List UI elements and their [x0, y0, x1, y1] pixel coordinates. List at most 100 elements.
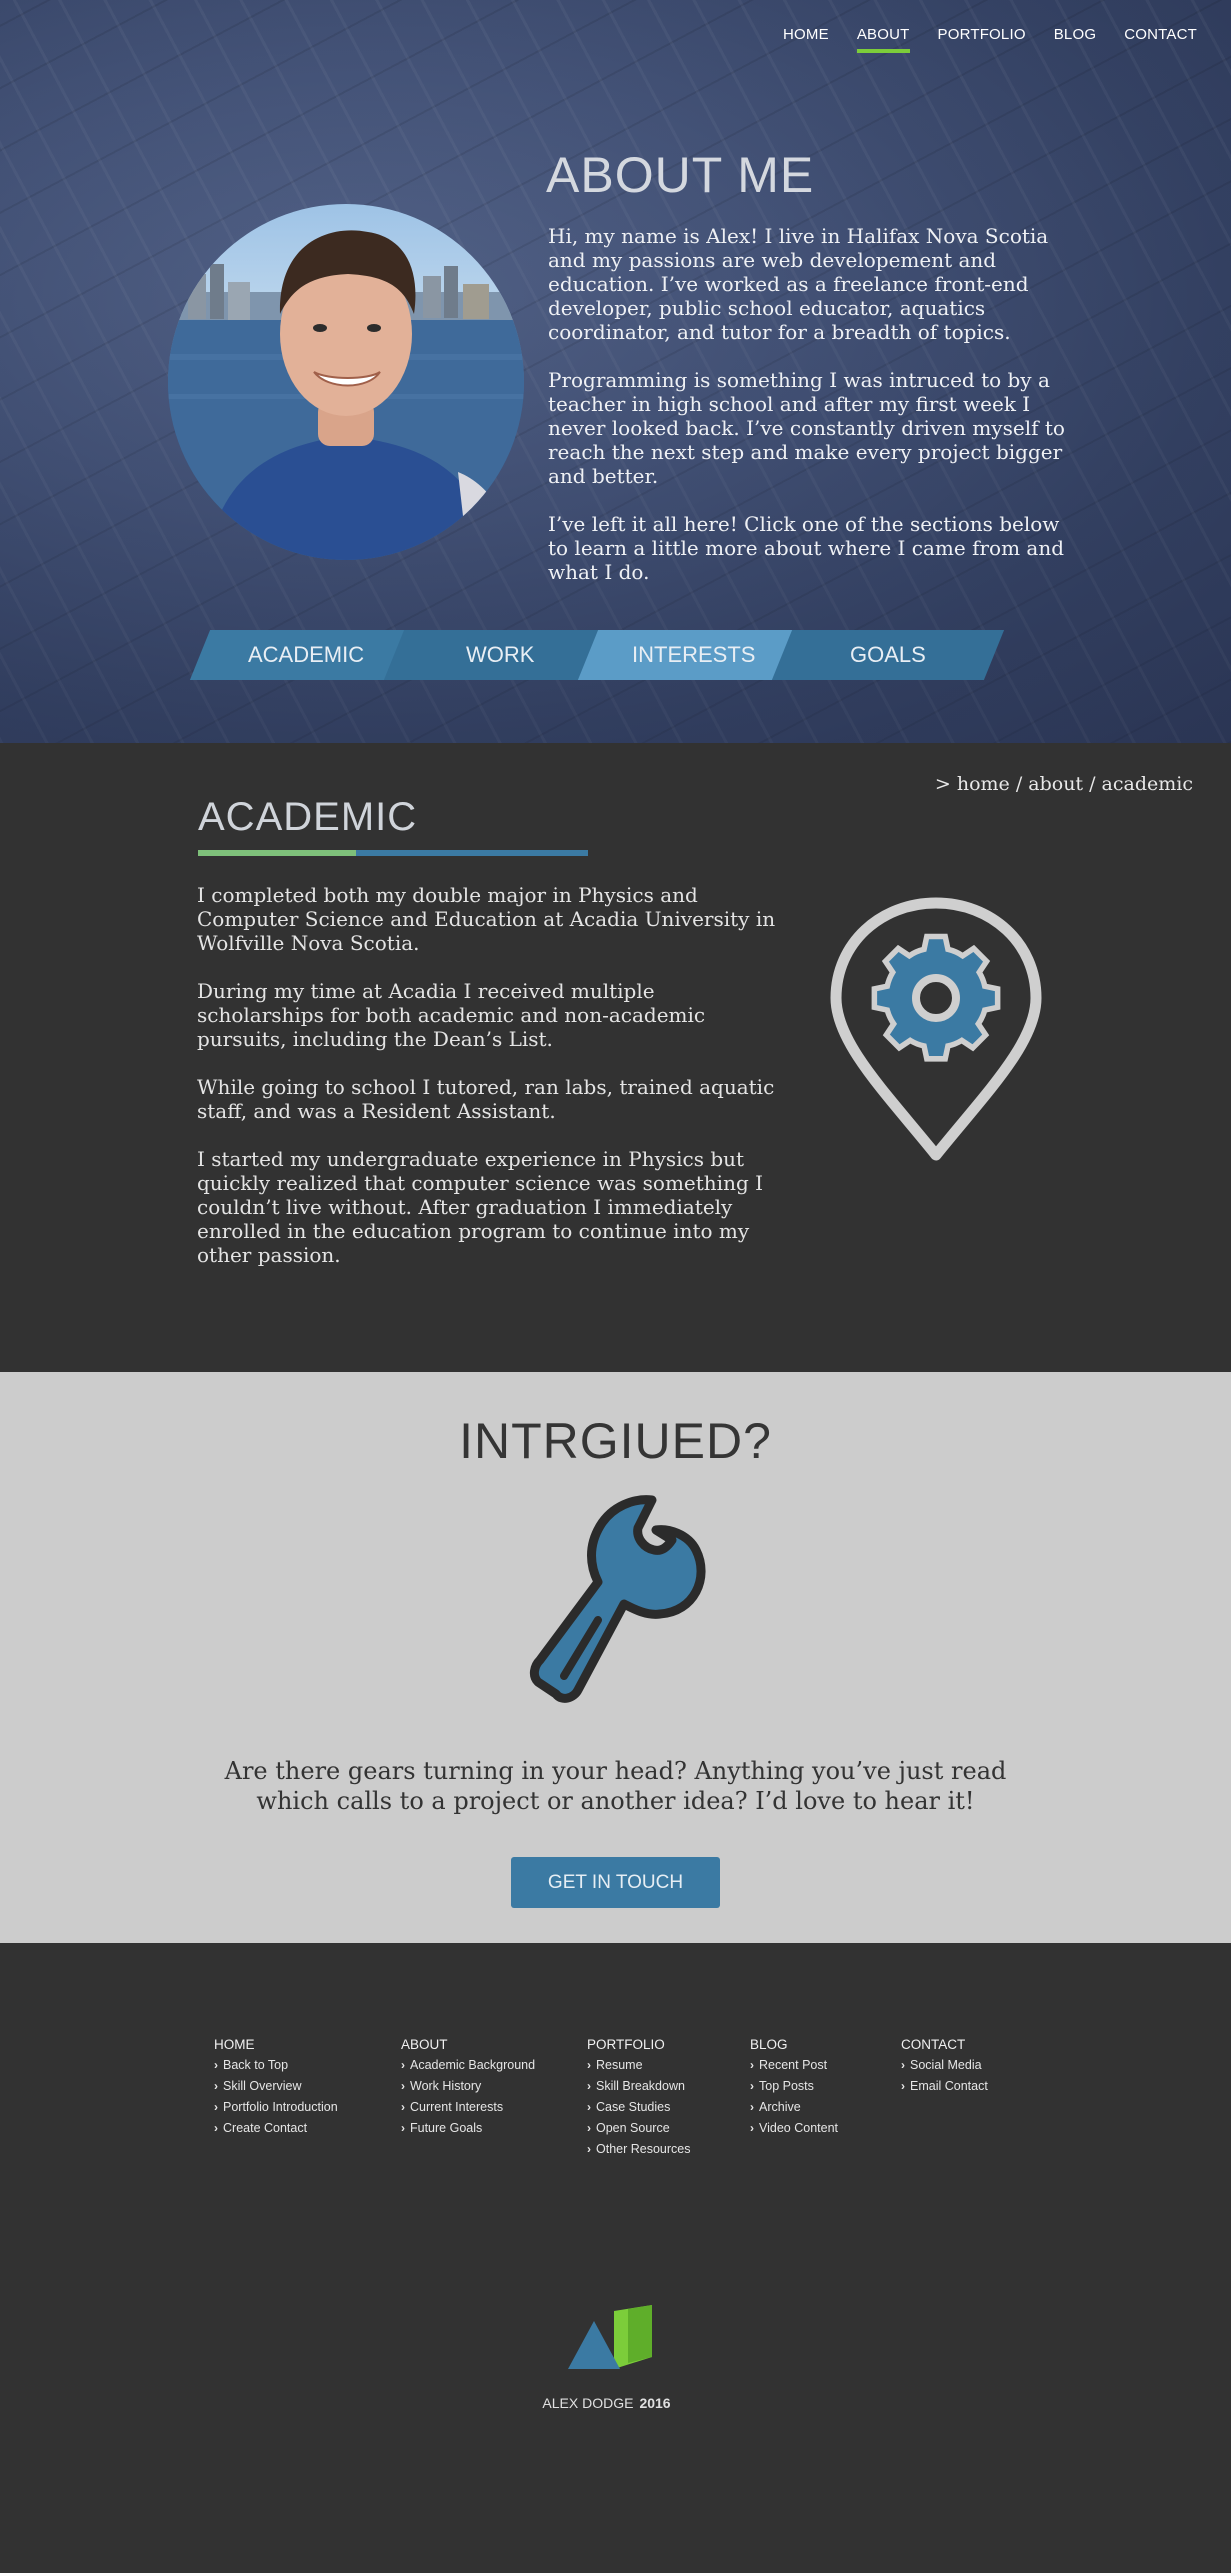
footer-link-label: Work History: [410, 2079, 482, 2093]
footer-link-label: Archive: [759, 2100, 801, 2114]
tab-goals[interactable]: GOALS: [771, 630, 1005, 680]
footer-link[interactable]: › Academic Background: [401, 2058, 535, 2072]
footer-link[interactable]: › Resume: [587, 2058, 690, 2072]
chevron-right-icon: ›: [214, 2079, 218, 2093]
avatar: [168, 204, 524, 560]
footer-link-label: Video Content: [759, 2121, 838, 2135]
chevron-right-icon: ›: [750, 2121, 754, 2135]
chevron-right-icon: ›: [214, 2121, 218, 2135]
profile-photo: [168, 230, 524, 560]
footer-link-label: Skill Overview: [223, 2079, 302, 2093]
footer-link-label: Case Studies: [596, 2100, 671, 2114]
chevron-right-icon: ›: [401, 2100, 405, 2114]
footer-link[interactable]: › Open Source: [587, 2121, 690, 2135]
contact-cta-section: INTRGIUED? Are there gears turning in yo…: [0, 1372, 1231, 1943]
section-title: ACADEMIC: [198, 795, 418, 839]
site-logo: [568, 2305, 652, 2369]
footer-heading[interactable]: ABOUT: [401, 2037, 535, 2052]
nav-contact[interactable]: CONTACT: [1124, 26, 1197, 53]
footer-link-label: Future Goals: [410, 2121, 483, 2135]
get-in-touch-button[interactable]: GET IN TOUCH: [511, 1857, 720, 1908]
footer-signature: ALEX DODGE 2016: [0, 2395, 1213, 2411]
nav-home[interactable]: HOME: [783, 26, 829, 53]
chevron-right-icon: ›: [587, 2058, 591, 2072]
footer-column-home: HOME › Back to Top › Skill Overview › Portf…: [214, 2037, 338, 2142]
chevron-right-icon: ›: [750, 2058, 754, 2072]
chevron-right-icon: ›: [587, 2079, 591, 2093]
chevron-right-icon: ›: [214, 2058, 218, 2072]
title-underline: [198, 850, 588, 856]
footer-link-label: Resume: [596, 2058, 643, 2072]
intro-text: Hi, my name is Alex! I live in Halifax N…: [548, 224, 1068, 608]
footer-link[interactable]: › Video Content: [750, 2121, 838, 2135]
footer-link[interactable]: › Email Contact: [901, 2079, 988, 2093]
tab-goals-label: GOALS: [850, 642, 926, 667]
chevron-right-icon: ›: [587, 2142, 591, 2156]
location-gear-icon: [830, 897, 1042, 1161]
footer: HOME › Back to Top › Skill Overview › Portf…: [0, 1943, 1231, 2573]
footer-link-label: Academic Background: [410, 2058, 536, 2072]
footer-heading[interactable]: HOME: [214, 2037, 338, 2052]
author-name: ALEX DODGE: [542, 2395, 634, 2411]
footer-link[interactable]: › Case Studies: [587, 2100, 690, 2114]
footer-link[interactable]: › Work History: [401, 2079, 535, 2093]
footer-column-contact: CONTACT › Social Media › Email Contact: [901, 2037, 988, 2100]
academic-text: I completed both my double major in Phys…: [197, 883, 777, 1291]
intro-paragraph-2: Programming is something I was intruced …: [548, 368, 1065, 488]
footer-link-label: Back to Top: [223, 2058, 289, 2072]
hero-section: HOME ABOUT PORTFOLIO BLOG CONTACT ABOUT …: [0, 0, 1231, 743]
footer-column-about: ABOUT › Academic Background › Work History…: [401, 2037, 535, 2142]
footer-link[interactable]: › Future Goals: [401, 2121, 535, 2135]
footer-link[interactable]: › Skill Breakdown: [587, 2079, 690, 2093]
chevron-right-icon: ›: [901, 2058, 905, 2072]
academic-section: > home / about / academic ACADEMIC I com…: [0, 743, 1231, 1372]
nav-blog[interactable]: BLOG: [1054, 26, 1096, 53]
tab-interests-label: INTERESTS: [632, 642, 756, 667]
footer-link-label: Open Source: [596, 2121, 670, 2135]
footer-heading[interactable]: CONTACT: [901, 2037, 988, 2052]
academic-paragraph-1: I completed both my double major in Phys…: [197, 883, 776, 955]
footer-link[interactable]: › Back to Top: [214, 2058, 338, 2072]
nav-about[interactable]: ABOUT: [856, 26, 910, 53]
chevron-right-icon: ›: [587, 2100, 591, 2114]
footer-link[interactable]: › Archive: [750, 2100, 838, 2114]
chevron-right-icon: ›: [401, 2058, 405, 2072]
footer-link-label: Other Resources: [596, 2142, 691, 2156]
footer-link[interactable]: › Recent Post: [750, 2058, 838, 2072]
chevron-right-icon: ›: [750, 2100, 754, 2114]
footer-link[interactable]: › Current Interests: [401, 2100, 535, 2114]
footer-link-label: Current Interests: [410, 2100, 504, 2114]
cta-text: Are there gears turning in your head? An…: [0, 1756, 1231, 1816]
academic-paragraph-4: I started my undergraduate experience in…: [197, 1147, 764, 1267]
footer-link[interactable]: › Social Media: [901, 2058, 988, 2072]
footer-link-label: Skill Breakdown: [596, 2079, 685, 2093]
copyright-year: 2016: [639, 2395, 671, 2411]
chevron-right-icon: ›: [401, 2121, 405, 2135]
section-tabs: ACADEMIC WORK INTERESTS GOALS: [189, 630, 1005, 680]
tab-academic-label: ACADEMIC: [247, 642, 365, 667]
footer-link[interactable]: › Top Posts: [750, 2079, 838, 2093]
footer-link[interactable]: › Portfolio Introduction: [214, 2100, 338, 2114]
footer-link[interactable]: › Create Contact: [214, 2121, 338, 2135]
footer-column-portfolio: PORTFOLIO › Resume › Skill Breakdown › Case…: [587, 2037, 690, 2163]
footer-link-label: Create Contact: [223, 2121, 308, 2135]
wrench-icon: [529, 1495, 706, 1703]
footer-link-label: Email Contact: [910, 2079, 988, 2093]
tab-work-label: WORK: [465, 642, 535, 667]
footer-column-blog: BLOG › Recent Post › Top Posts › Archive › V…: [750, 2037, 838, 2142]
footer-heading[interactable]: PORTFOLIO: [587, 2037, 690, 2052]
page-title: ABOUT ME: [546, 147, 815, 203]
academic-paragraph-2: During my time at Acadia I received mult…: [197, 979, 706, 1051]
footer-link[interactable]: › Other Resources: [587, 2142, 690, 2156]
top-nav: HOME ABOUT PORTFOLIO BLOG CONTACT: [783, 26, 1197, 53]
chevron-right-icon: ›: [401, 2079, 405, 2093]
footer-link[interactable]: › Skill Overview: [214, 2079, 338, 2093]
footer-heading[interactable]: BLOG: [750, 2037, 838, 2052]
footer-link-label: Recent Post: [759, 2058, 828, 2072]
cta-title: INTRGIUED?: [459, 1413, 772, 1469]
breadcrumb[interactable]: > home / about / academic: [935, 773, 1193, 795]
cta-text-line-1: Are there gears turning in your head? An…: [224, 1757, 1007, 1785]
chevron-right-icon: ›: [587, 2121, 591, 2135]
nav-portfolio[interactable]: PORTFOLIO: [938, 26, 1026, 53]
chevron-right-icon: ›: [214, 2100, 218, 2114]
